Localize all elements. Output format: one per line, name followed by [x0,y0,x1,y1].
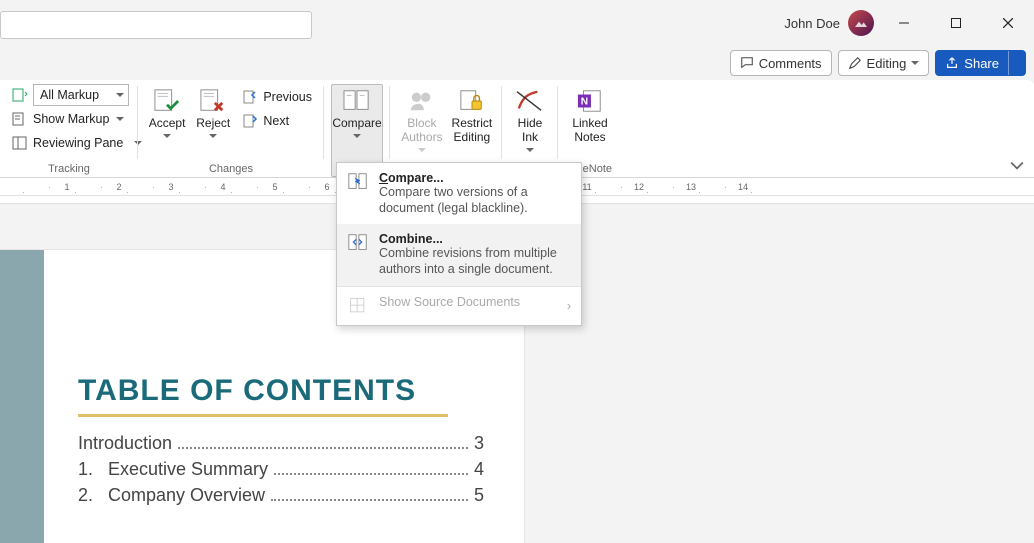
comments-label: Comments [759,56,822,71]
chevron-down-icon [209,134,217,138]
toc-row[interactable]: Introduction 3 [78,433,484,454]
table-of-contents: TABLE OF CONTENTS Introduction 3 1.Executi… [78,374,484,511]
show-markup-label: Show Markup [33,112,109,126]
previous-button[interactable]: Previous [238,86,316,108]
search-box[interactable] [0,11,312,39]
action-bar: Comments Editing Share [0,46,1034,80]
menu-item-title: Combine... [379,232,571,246]
show-markup-button[interactable]: Show Markup [8,108,132,130]
editing-mode-button[interactable]: Editing [838,50,930,76]
restrict-editing-label: Restrict Editing [450,117,494,145]
block-authors-icon [407,87,437,115]
toc-number: 1. [78,459,108,480]
accept-icon [152,87,182,115]
show-source-icon [347,295,369,317]
toc-row[interactable]: 1.Executive Summary 4 [78,459,484,480]
hide-ink-label: Hide Ink [510,117,550,145]
toc-page: 5 [474,485,484,506]
markup-icon [12,87,28,103]
restrict-editing-icon [457,87,487,115]
menu-item-desc: Combine revisions from multiple authors … [379,246,571,277]
comments-button[interactable]: Comments [730,50,832,76]
toc-number: 2. [78,485,108,506]
group-label: Tracking [0,163,138,175]
avatar[interactable] [848,10,874,36]
toc-leader [271,499,468,501]
next-icon [242,113,258,129]
reject-label: Reject [196,117,230,131]
chevron-down-icon [116,93,124,97]
svg-text:N: N [581,97,588,108]
group-label: Changes [138,163,324,175]
toc-page: 3 [474,433,484,454]
reviewing-pane-button[interactable]: Reviewing Pane [8,132,132,154]
onenote-icon: N [575,87,605,115]
toc-underline [78,414,448,417]
next-label: Next [263,114,289,128]
reject-icon [198,87,228,115]
combo-value: All Markup [40,88,99,102]
hide-ink-icon [515,87,545,115]
toc-page: 4 [474,459,484,480]
block-authors-label: Block Authors [398,117,446,145]
display-for-review-row: All Markup [8,84,132,106]
user-name: John Doe [784,16,840,31]
toc-title: Company Overview [108,485,265,506]
compare-icon [342,87,372,115]
chevron-down-icon [526,148,534,152]
chevron-down-icon [418,148,426,152]
toc-row[interactable]: 2.Company Overview 5 [78,485,484,506]
chevron-down-icon [163,134,171,138]
editing-label: Editing [867,56,907,71]
menu-item-title: Show Source Documents [379,295,520,309]
maximize-button[interactable] [934,8,978,38]
compare-docs-icon [347,171,369,193]
pencil-icon [848,56,862,70]
page-decorative-sidebar [0,250,44,543]
toc-leader [274,473,468,475]
display-for-review-combo[interactable]: All Markup [33,84,129,106]
menu-item-combine[interactable]: Combine... Combine revisions from multip… [337,224,581,285]
compare-dropdown-menu: Compare... Compare two versions of a doc… [336,162,582,326]
menu-item-compare[interactable]: Compare... Compare two versions of a doc… [337,163,581,224]
ribbon-collapse-button[interactable] [1010,161,1024,171]
comment-icon [740,56,754,70]
combine-docs-icon [347,232,369,254]
next-button[interactable]: Next [238,110,316,132]
toc-leader [178,447,468,449]
menu-item-title: Compare... [379,171,571,185]
share-button[interactable]: Share [935,50,1026,76]
linked-notes-label: Linked Notes [566,117,614,145]
chevron-right-icon: › [567,299,571,313]
previous-icon [242,89,258,105]
accept-label: Accept [149,117,186,131]
minimize-button[interactable] [882,8,926,38]
previous-label: Previous [263,90,312,104]
reviewing-pane-icon [12,135,28,151]
group-tracking: All Markup Show Markup Reviewing Pane Tr… [0,80,138,177]
menu-item-desc: Compare two versions of a document (lega… [379,185,571,216]
group-changes: Accept Reject Previous Next Changes [138,80,324,177]
chevron-down-icon [353,134,361,138]
reviewing-pane-label: Reviewing Pane [33,136,123,150]
toc-title: Introduction [78,433,172,454]
share-label: Share [964,56,999,71]
close-button[interactable] [986,8,1030,38]
toc-heading: TABLE OF CONTENTS [78,374,484,408]
share-icon [945,56,959,70]
menu-item-show-source: Show Source Documents › [337,287,581,325]
show-markup-icon [12,111,28,127]
chevron-down-icon [911,61,919,65]
chevron-down-icon [116,117,124,121]
compare-label: Compare [332,117,381,131]
toc-title: Executive Summary [108,459,268,480]
title-bar: John Doe [0,0,1034,46]
